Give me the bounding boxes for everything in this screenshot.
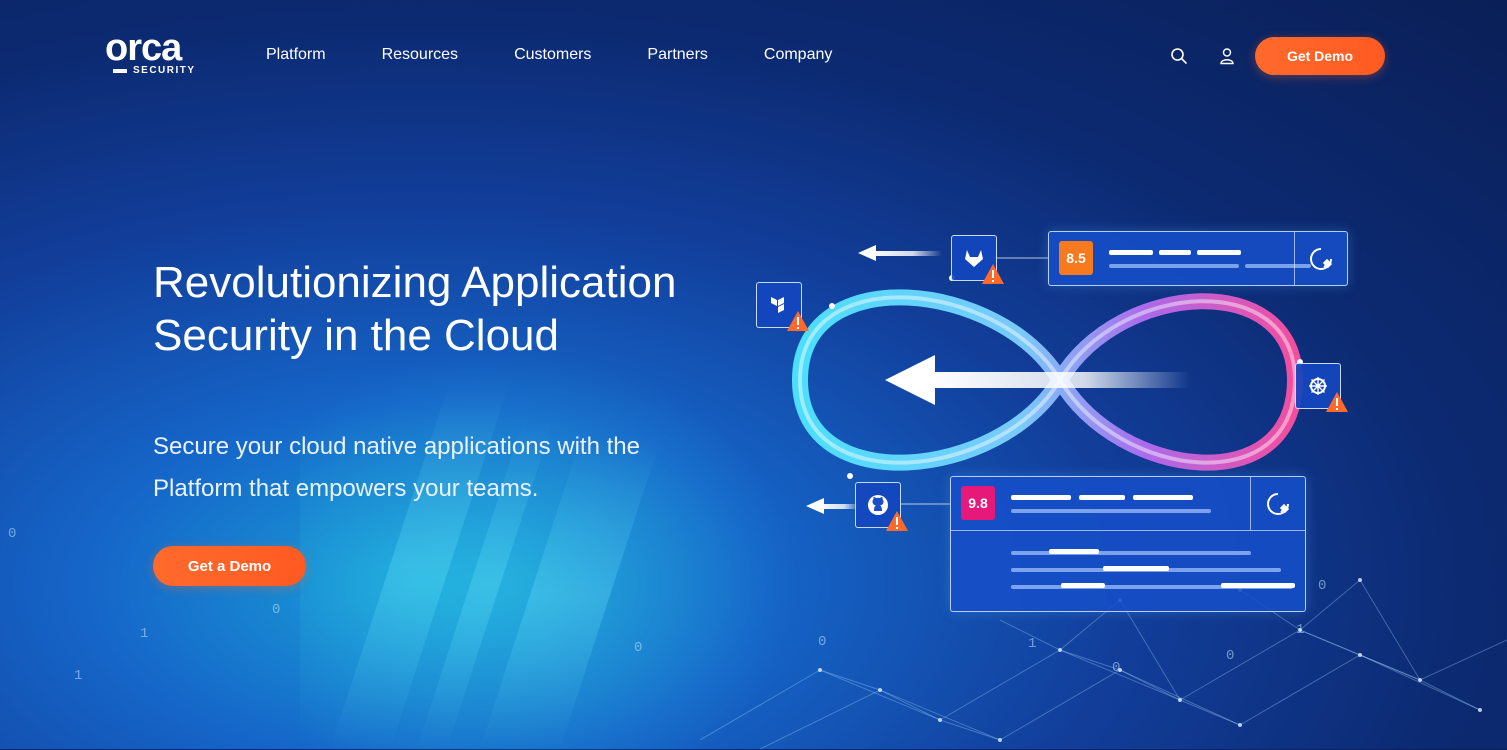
binary-digit: 0 — [272, 602, 281, 618]
text-placeholder — [1011, 495, 1071, 500]
text-placeholder — [1109, 264, 1239, 268]
text-placeholder — [1133, 495, 1193, 500]
search-icon[interactable] — [1170, 47, 1188, 65]
text-placeholder — [1011, 509, 1211, 513]
user-icon[interactable] — [1218, 47, 1236, 65]
logo-wordmark: orca — [105, 27, 182, 69]
nav-item-resources[interactable]: Resources — [382, 46, 458, 64]
vulnerability-detail-card: 9.8 — [950, 476, 1306, 612]
nav-item-customers[interactable]: Customers — [514, 46, 591, 64]
infinity-security-illustration: 8.5 9.8 — [740, 220, 1380, 640]
warning-icon — [982, 264, 1004, 284]
code-highlight — [1061, 583, 1105, 588]
remediate-action[interactable] — [1250, 477, 1305, 530]
top-navigation: orca SECURITY Platform Resources Custome… — [0, 0, 1507, 112]
remediate-icon — [1267, 492, 1290, 515]
logo-dash — [113, 69, 127, 73]
orca-logo[interactable]: orca SECURITY — [105, 28, 209, 78]
code-highlight — [1049, 549, 1099, 554]
warning-icon — [1326, 392, 1348, 412]
remediate-action[interactable] — [1294, 232, 1347, 285]
binary-digit: 1 — [140, 626, 149, 642]
main-menu: Platform Resources Customers Partners Co… — [266, 46, 888, 64]
risk-score: 9.8 — [961, 486, 995, 520]
risk-score: 8.5 — [1059, 241, 1093, 275]
text-placeholder — [1109, 250, 1153, 255]
text-placeholder — [1079, 495, 1125, 500]
nav-item-partners[interactable]: Partners — [647, 46, 707, 64]
logo-subtitle: SECURITY — [133, 65, 196, 76]
nav-item-company[interactable]: Company — [764, 46, 832, 64]
nav-item-platform[interactable]: Platform — [266, 46, 326, 64]
card-divider — [951, 530, 1305, 531]
text-placeholder — [1197, 250, 1241, 255]
hero-subtitle: Secure your cloud native applications wi… — [153, 433, 640, 502]
hero-title: Revolutionizing Application Security in … — [153, 258, 677, 360]
code-highlight — [1103, 566, 1169, 571]
binary-digit: 0 — [634, 640, 643, 656]
binary-digit: 0 — [1112, 660, 1121, 676]
text-placeholder — [1159, 250, 1191, 255]
code-highlight — [1221, 583, 1295, 588]
warning-icon — [787, 311, 809, 331]
binary-digit: 0 — [8, 526, 17, 542]
binary-digit: 0 — [1226, 648, 1235, 664]
binary-digit: 1 — [74, 668, 83, 684]
vulnerability-card: 8.5 — [1048, 231, 1348, 286]
code-line — [1011, 551, 1251, 555]
warning-icon — [886, 511, 908, 531]
get-a-demo-button[interactable]: Get a Demo — [153, 546, 306, 586]
remediate-icon — [1310, 247, 1333, 270]
get-demo-button[interactable]: Get Demo — [1255, 37, 1385, 75]
